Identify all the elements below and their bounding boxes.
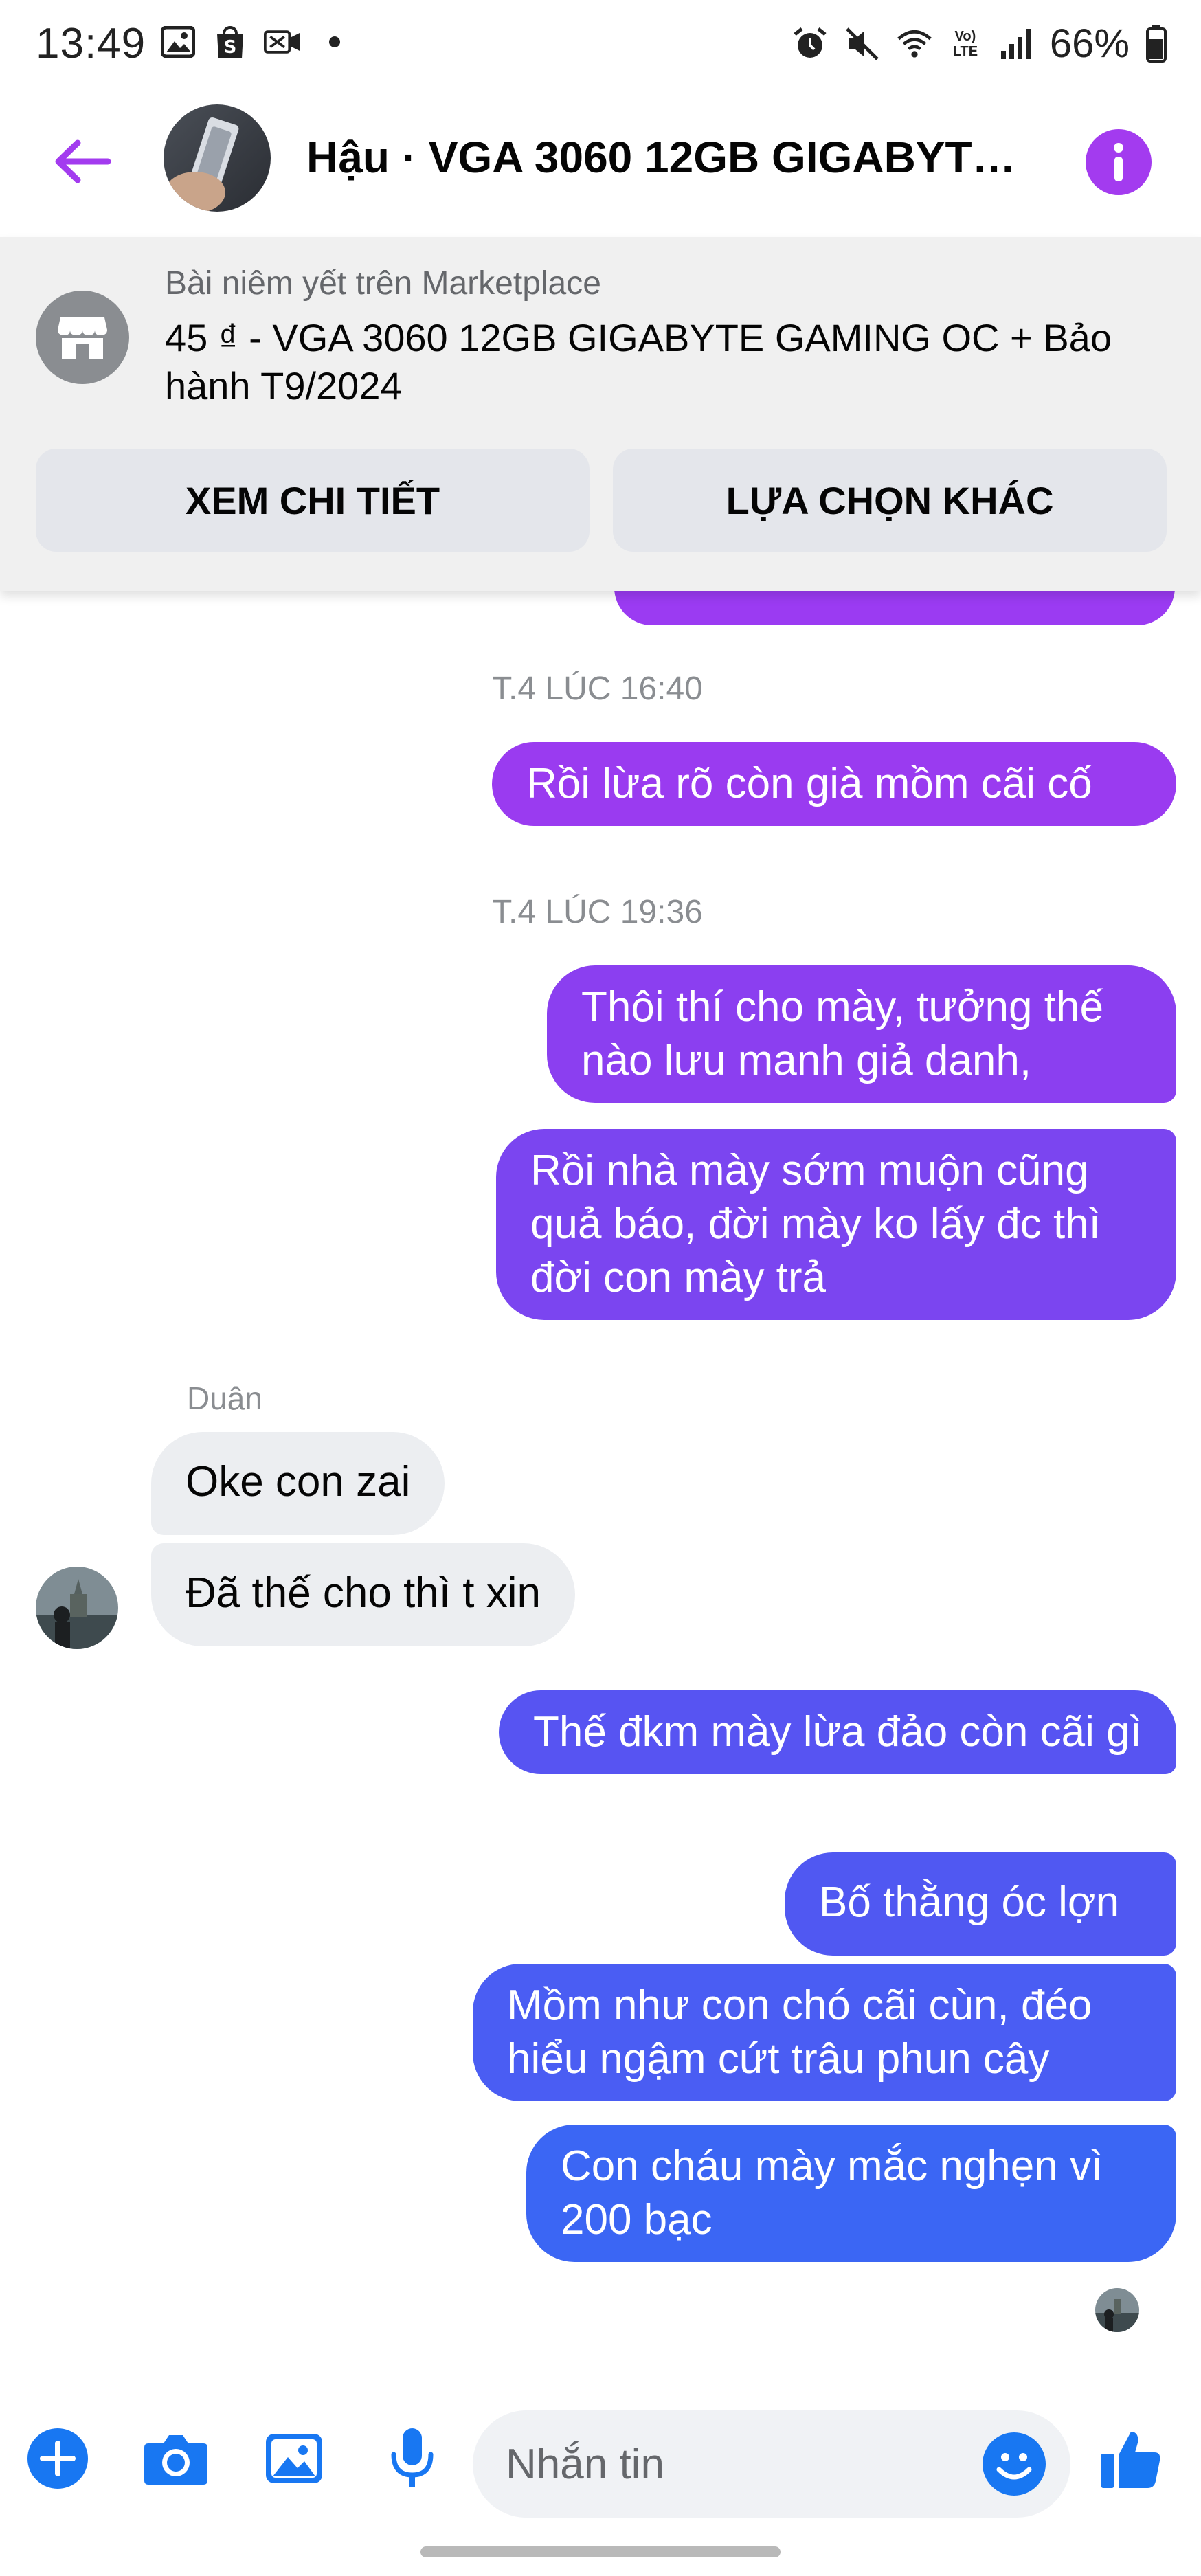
message-input[interactable] (506, 2410, 945, 2518)
message-bubble-outgoing[interactable]: Mồm như con chó cãi cùn, đéo hiểu ngậm c… (473, 1964, 1176, 2101)
status-right-icons: Vo) LTE 66% (792, 21, 1168, 67)
sender-name: Duân (187, 1380, 262, 1416)
info-button[interactable] (1086, 129, 1152, 195)
gallery-button[interactable] (260, 2424, 328, 2493)
banner-label: Bài niêm yết trên Marketplace (165, 265, 601, 302)
status-left-icons: S (159, 23, 353, 60)
other-options-button[interactable]: LỰA CHỌN KHÁC (613, 449, 1167, 552)
marketplace-banner: Bài niêm yết trên Marketplace 45 ₫ - VGA… (0, 237, 1201, 591)
mute-icon (844, 25, 881, 63)
message-bubble-outgoing[interactable]: Rồi lừa rõ còn già mồm cãi cố (492, 742, 1176, 826)
message-bubble-incoming[interactable]: Đã thế cho thì t xin (151, 1543, 575, 1646)
seen-receipt-avatar (1095, 2288, 1139, 2332)
camera-icon (144, 2435, 207, 2485)
microphone-icon (391, 2428, 434, 2487)
message-list[interactable]: T.4 LÚC 16:40 Rồi lừa rõ còn già mồm cãi… (0, 550, 1201, 2377)
microphone-button[interactable] (378, 2424, 447, 2493)
message-bubble-outgoing[interactable]: Con cháu mày mắc nghẹn vì 200 bạc (526, 2125, 1176, 2262)
svg-text:S: S (224, 37, 237, 58)
plus-icon (27, 2428, 88, 2489)
status-bar: 13:49 S Vo) LTE 66% (0, 0, 1201, 89)
camera-button[interactable] (142, 2424, 210, 2493)
home-indicator[interactable] (420, 2546, 781, 2557)
dot-icon (316, 23, 353, 60)
back-button[interactable] (48, 127, 117, 196)
shopee-icon: S (212, 23, 249, 60)
message-bubble-outgoing[interactable]: Thôi thí cho mày, tưởng thế nào lưu manh… (547, 965, 1176, 1103)
plus-button[interactable] (23, 2424, 92, 2493)
vpn-icon (264, 23, 301, 60)
info-icon (1114, 143, 1123, 181)
shop-icon (36, 291, 129, 384)
message-bubble-incoming[interactable]: Oke con zai (151, 1432, 445, 1535)
timestamp: T.4 LÚC 19:36 (492, 894, 703, 930)
sender-avatar[interactable] (36, 1567, 118, 1649)
view-details-button[interactable]: XEM CHI TIẾT (36, 449, 590, 552)
message-bubble-outgoing[interactable]: Rồi nhà mày sớm muộn cũng quả báo, đời m… (496, 1129, 1176, 1320)
message-composer (0, 2391, 1201, 2529)
emoji-button[interactable] (983, 2432, 1046, 2496)
like-icon (1101, 2432, 1160, 2488)
wifi-icon (896, 25, 933, 63)
battery-percent: 66% (1049, 21, 1130, 66)
message-bubble-outgoing[interactable]: Thế đkm mày lừa đảo còn cãi gì (499, 1690, 1176, 1774)
timestamp: T.4 LÚC 16:40 (492, 671, 703, 707)
arrow-left-icon (55, 139, 111, 183)
image-icon (159, 23, 197, 60)
emoji-icon (996, 2453, 1032, 2480)
gallery-icon (266, 2434, 322, 2483)
battery-icon (1145, 25, 1168, 63)
message-bubble-outgoing[interactable]: Bố thằng óc lợn (785, 1852, 1176, 1956)
volte-icon: Vo) LTE (952, 28, 978, 59)
status-time: 13:49 (36, 20, 146, 67)
like-button[interactable] (1097, 2424, 1165, 2493)
conversation-title: Hậu · VGA 3060 12GB GIGABYTE GAMING OC +… (306, 133, 1035, 182)
message-input-container (473, 2410, 1070, 2518)
alarm-icon (792, 25, 829, 63)
signal-icon (998, 25, 1035, 63)
conversation-header: Hậu · VGA 3060 12GB GIGABYTE GAMING OC +… (0, 89, 1201, 237)
contact-avatar[interactable] (164, 104, 271, 212)
listing-title[interactable]: 45 ₫ - VGA 3060 12GB GIGABYTE GAMING OC … (165, 314, 1161, 410)
